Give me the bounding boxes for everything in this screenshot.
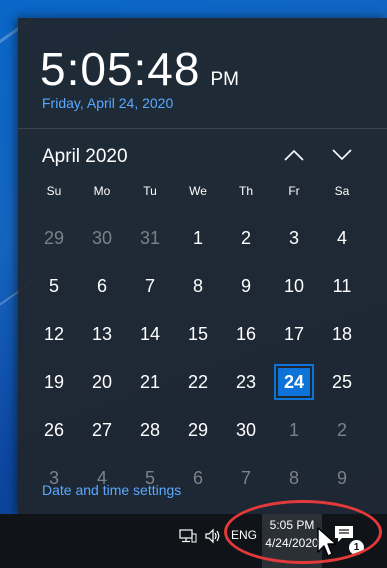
flyout-divider bbox=[18, 128, 387, 129]
calendar-day[interactable]: 26 bbox=[30, 406, 78, 454]
calendar-week: 26 27 28 29 30 1 2 bbox=[30, 406, 366, 454]
calendar-day[interactable]: 7 bbox=[222, 454, 270, 502]
clock-time: 5:05:48 bbox=[40, 43, 201, 95]
month-title[interactable]: April 2020 bbox=[42, 146, 128, 168]
previous-month-button[interactable] bbox=[280, 144, 308, 166]
days-of-week-header: Su Mo Tu We Th Fr Sa bbox=[30, 184, 366, 204]
calendar-day[interactable]: 14 bbox=[126, 310, 174, 358]
calendar-day[interactable]: 2 bbox=[222, 214, 270, 262]
network-icon[interactable] bbox=[178, 528, 198, 544]
calendar-week: 19 20 21 22 23 24 25 bbox=[30, 358, 366, 406]
clock-ampm: PM bbox=[210, 69, 239, 90]
chevron-down-icon bbox=[332, 149, 352, 161]
calendar-grid: Su Mo Tu We Th Fr Sa 29 30 31 1 2 3 4 5 … bbox=[30, 184, 366, 502]
calendar-day[interactable]: 15 bbox=[174, 310, 222, 358]
calendar-day[interactable]: 12 bbox=[30, 310, 78, 358]
calendar-day[interactable]: 29 bbox=[30, 214, 78, 262]
calendar-day[interactable]: 25 bbox=[318, 358, 366, 406]
calendar-day[interactable]: 19 bbox=[30, 358, 78, 406]
calendar-day-today[interactable]: 24 bbox=[270, 358, 318, 406]
calendar-day[interactable]: 9 bbox=[318, 454, 366, 502]
weekday-label: We bbox=[189, 184, 207, 198]
date-time-settings-link[interactable]: Date and time settings bbox=[42, 482, 181, 498]
calendar-day[interactable]: 8 bbox=[174, 262, 222, 310]
calendar-day[interactable]: 20 bbox=[78, 358, 126, 406]
taskbar-time: 5:05 PM bbox=[269, 518, 315, 532]
weekday-label: Su bbox=[46, 184, 62, 198]
calendar-day[interactable]: 29 bbox=[174, 406, 222, 454]
calendar-week: 12 13 14 15 16 17 18 bbox=[30, 310, 366, 358]
calendar-day[interactable]: 1 bbox=[174, 214, 222, 262]
weekday-label: Th bbox=[238, 184, 253, 198]
next-month-button[interactable] bbox=[328, 144, 356, 166]
calendar-day[interactable]: 1 bbox=[270, 406, 318, 454]
calendar-day[interactable]: 18 bbox=[318, 310, 366, 358]
calendar-day[interactable]: 4 bbox=[318, 214, 366, 262]
calendar-day[interactable]: 11 bbox=[318, 262, 366, 310]
weekday-label: Tu bbox=[143, 184, 157, 198]
weekday-label: Sa bbox=[334, 184, 350, 198]
flyout-clock: 5:05:48 PM bbox=[40, 42, 239, 96]
volume-icon[interactable] bbox=[204, 528, 224, 544]
calendar-day[interactable]: 17 bbox=[270, 310, 318, 358]
calendar-day[interactable]: 22 bbox=[174, 358, 222, 406]
calendar-day[interactable]: 28 bbox=[126, 406, 174, 454]
calendar-day[interactable]: 8 bbox=[270, 454, 318, 502]
calendar-day[interactable]: 6 bbox=[78, 262, 126, 310]
weekday-label: Fr bbox=[288, 184, 300, 198]
calendar-week: 29 30 31 1 2 3 4 bbox=[30, 214, 366, 262]
input-language-indicator[interactable]: ENG bbox=[231, 528, 257, 542]
taskbar-clock[interactable]: 5:05 PM 4/24/2020 bbox=[262, 514, 322, 568]
action-center-button[interactable]: 1 bbox=[333, 524, 365, 556]
long-date-link[interactable]: Friday, April 24, 2020 bbox=[42, 95, 173, 111]
calendar-day[interactable]: 27 bbox=[78, 406, 126, 454]
calendar-day[interactable]: 13 bbox=[78, 310, 126, 358]
calendar-week: 5 6 7 8 9 10 11 bbox=[30, 262, 366, 310]
calendar-day[interactable]: 7 bbox=[126, 262, 174, 310]
calendar-day[interactable]: 2 bbox=[318, 406, 366, 454]
calendar-day[interactable]: 23 bbox=[222, 358, 270, 406]
calendar-weeks: 29 30 31 1 2 3 4 5 6 7 8 9 10 11 12 13 1… bbox=[30, 214, 366, 502]
calendar-day[interactable]: 31 bbox=[126, 214, 174, 262]
calendar-day[interactable]: 21 bbox=[126, 358, 174, 406]
notification-count-badge: 1 bbox=[348, 539, 365, 556]
taskbar: ENG 5:05 PM 4/24/2020 1 bbox=[0, 514, 387, 568]
calendar-day[interactable]: 5 bbox=[30, 262, 78, 310]
taskbar-date: 4/24/2020 bbox=[265, 536, 319, 550]
calendar-day[interactable]: 9 bbox=[222, 262, 270, 310]
date-time-flyout: 5:05:48 PM Friday, April 24, 2020 April … bbox=[18, 18, 387, 514]
calendar-day[interactable]: 30 bbox=[222, 406, 270, 454]
calendar-day[interactable]: 10 bbox=[270, 262, 318, 310]
chevron-up-icon bbox=[284, 149, 304, 161]
calendar-day[interactable]: 3 bbox=[270, 214, 318, 262]
weekday-label: Mo bbox=[93, 184, 111, 198]
calendar-day[interactable]: 30 bbox=[78, 214, 126, 262]
calendar-day[interactable]: 16 bbox=[222, 310, 270, 358]
